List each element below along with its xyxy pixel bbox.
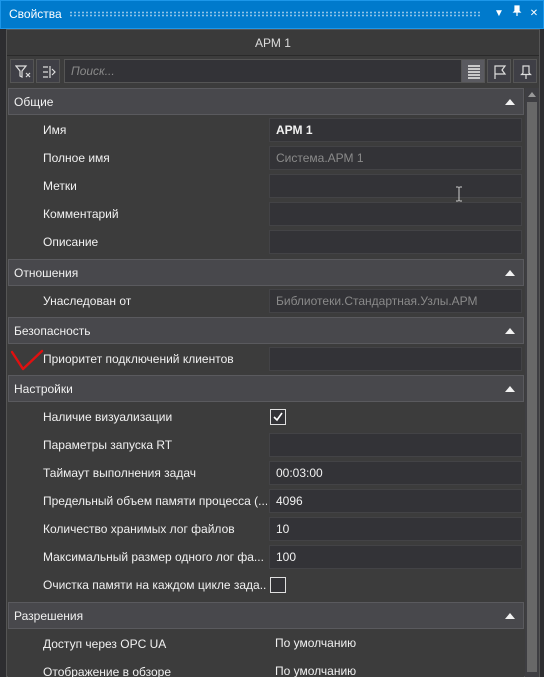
property-row-inherited-from[interactable]: Унаследован от Библиотеки.Стандартная.Уз… <box>8 287 524 315</box>
property-row-rt-params[interactable]: Параметры запуска RT <box>8 431 524 459</box>
flag-icon[interactable] <box>487 59 511 83</box>
property-row-log-size[interactable]: Максимальный размер одного лог фа... 100 <box>8 543 524 571</box>
category-relations[interactable]: Отношения <box>8 259 524 286</box>
property-label: Максимальный размер одного лог фа... <box>43 550 264 564</box>
property-label: Количество хранимых лог файлов <box>43 522 235 536</box>
memory-limit-field[interactable]: 4096 <box>269 489 522 513</box>
scroll-thumb[interactable] <box>527 102 537 672</box>
search-input[interactable] <box>65 60 463 82</box>
collapse-caret-icon[interactable] <box>505 613 515 619</box>
property-row-comment[interactable]: Комментарий <box>8 200 524 228</box>
property-label: Приоритет подключений клиентов <box>43 352 234 366</box>
property-row-log-count[interactable]: Количество хранимых лог файлов 10 <box>8 515 524 543</box>
category-label: Безопасность <box>14 324 91 338</box>
overview-display-select[interactable]: По умолчанию <box>269 660 522 677</box>
property-label: Унаследован от <box>43 294 132 308</box>
vertical-scrollbar[interactable] <box>525 88 539 677</box>
category-permissions[interactable]: Разрешения <box>8 602 524 629</box>
category-security[interactable]: Безопасность <box>8 317 524 344</box>
scroll-up-icon[interactable] <box>528 92 536 97</box>
categorized-view-icon[interactable] <box>461 59 485 83</box>
pin-icon[interactable] <box>513 59 537 83</box>
property-label: Очистка памяти на каждом цикле зада... <box>43 578 267 592</box>
search-box[interactable] <box>64 59 464 83</box>
panel-title: Свойства <box>9 7 62 21</box>
expand-icon[interactable] <box>36 59 60 83</box>
property-row-client-priority[interactable]: Приоритет подключений клиентов <box>8 345 524 373</box>
property-label: Параметры запуска RT <box>43 438 173 452</box>
property-row-memory-cleanup[interactable]: Очистка памяти на каждом цикле зада... <box>8 571 524 599</box>
category-settings[interactable]: Настройки <box>8 375 524 402</box>
collapse-caret-icon[interactable] <box>505 99 515 105</box>
property-grid: Общие Имя АРМ 1 Полное имя Система.АРМ 1… <box>8 88 524 677</box>
filter-icon[interactable] <box>10 59 34 83</box>
category-label: Отношения <box>14 266 79 280</box>
category-general[interactable]: Общие <box>8 88 524 115</box>
property-row-visualization[interactable]: Наличие визуализации <box>8 403 524 431</box>
close-icon[interactable]: ✕ <box>526 5 542 23</box>
property-label: Предельный объем памяти процесса (... <box>43 494 267 508</box>
log-count-field[interactable]: 10 <box>269 517 522 541</box>
inherited-from-field: Библиотеки.Стандартная.Узлы.АРМ <box>269 289 522 313</box>
opcua-access-select[interactable]: По умолчанию <box>269 632 522 656</box>
property-row-memory-limit[interactable]: Предельный объем памяти процесса (... 40… <box>8 487 524 515</box>
property-label: Имя <box>43 123 67 137</box>
category-label: Разрешения <box>14 609 84 623</box>
property-label: Наличие визуализации <box>43 410 173 424</box>
property-row-overview-display[interactable]: Отображение в обзоре По умолчанию <box>8 658 524 677</box>
pin-window-icon[interactable] <box>509 5 525 23</box>
text-cursor-icon <box>456 186 462 202</box>
name-field[interactable]: АРМ 1 <box>269 118 522 142</box>
property-row-tags[interactable]: Метки <box>8 172 524 200</box>
comment-field[interactable] <box>269 202 522 226</box>
panel-title-bar[interactable]: Свойства ▼ ✕ <box>0 0 544 29</box>
task-timeout-field[interactable]: 00:03:00 <box>269 461 522 485</box>
property-row-fullname[interactable]: Полное имя Система.АРМ 1 <box>8 144 524 172</box>
property-row-name[interactable]: Имя АРМ 1 <box>8 116 524 144</box>
property-label: Метки <box>43 179 77 193</box>
property-row-opcua-access[interactable]: Доступ через OPC UA По умолчанию <box>8 630 524 658</box>
collapse-caret-icon[interactable] <box>505 328 515 334</box>
property-label: Описание <box>43 235 99 249</box>
drag-grip[interactable] <box>69 11 481 17</box>
property-row-description[interactable]: Описание <box>8 228 524 256</box>
log-size-field[interactable]: 100 <box>269 545 522 569</box>
property-label: Таймаут выполнения задач <box>43 466 196 480</box>
checkmark-icon <box>273 412 283 422</box>
property-label: Комментарий <box>43 207 119 221</box>
category-label: Настройки <box>14 382 73 396</box>
category-label: Общие <box>14 95 54 109</box>
visualization-checkbox[interactable] <box>270 409 286 425</box>
red-checkmark-annotation <box>10 349 44 371</box>
property-label: Доступ через OPC UA <box>43 637 167 651</box>
client-priority-field[interactable] <box>269 347 522 371</box>
property-label: Полное имя <box>43 151 110 165</box>
dropdown-icon[interactable]: ▼ <box>491 5 507 23</box>
property-row-task-timeout[interactable]: Таймаут выполнения задач 00:03:00 <box>8 459 524 487</box>
collapse-caret-icon[interactable] <box>505 386 515 392</box>
toolbar <box>7 57 539 85</box>
fullname-field: Система.АРМ 1 <box>269 146 522 170</box>
tags-field[interactable] <box>269 174 522 198</box>
property-label: Отображение в обзоре <box>43 665 172 677</box>
collapse-caret-icon[interactable] <box>505 270 515 276</box>
selected-object-name: АРМ 1 <box>7 30 539 56</box>
rt-params-field[interactable] <box>269 433 522 457</box>
description-field[interactable] <box>269 230 522 254</box>
memory-cleanup-checkbox[interactable] <box>270 577 286 593</box>
